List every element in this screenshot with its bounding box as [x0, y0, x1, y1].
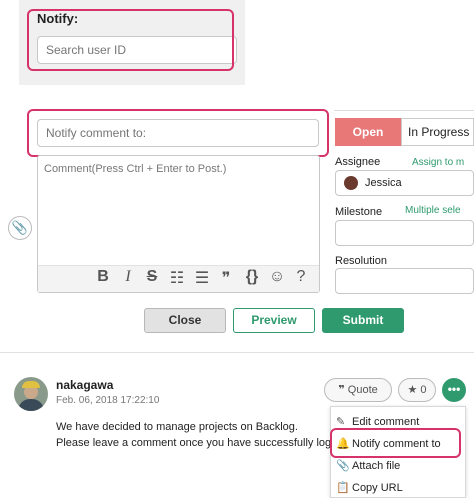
post-user-name[interactable]: nakagawa — [56, 378, 113, 392]
assignee-name: Jessica — [365, 177, 402, 189]
strikethrough-icon[interactable]: S — [142, 268, 162, 286]
multiple-select-link[interactable]: Multiple sele — [405, 205, 461, 216]
menu-item-label: Attach file — [352, 460, 401, 472]
menu-item-attach-file[interactable]: 📎 Attach file — [336, 459, 400, 472]
notify-comment-highlight-box — [27, 109, 329, 157]
status-in-progress-button[interactable]: In Progress — [401, 118, 474, 146]
numbered-list-icon[interactable]: ☰ — [192, 268, 212, 288]
menu-item-label: Edit comment — [352, 416, 420, 428]
post-date: Feb. 06, 2018 17:22:10 — [56, 395, 160, 406]
assign-to-me-link[interactable]: Assign to m — [412, 157, 464, 168]
post-message-line-2: Please leave a comment once you have suc… — [56, 437, 350, 449]
assignee-label: Assignee — [335, 156, 381, 168]
status-open-button[interactable]: Open — [335, 118, 401, 146]
quote-button[interactable]: ❞ Quote — [324, 378, 392, 402]
attach-paperclip-icon[interactable]: 📎 — [8, 216, 32, 240]
status-divider — [334, 110, 474, 111]
submit-button[interactable]: Submit — [322, 308, 404, 333]
comment-placeholder: Comment(Press Ctrl + Enter to Post.) — [44, 163, 227, 175]
avatar-cap — [22, 381, 40, 388]
bold-icon[interactable]: B — [93, 268, 113, 286]
avatar — [14, 377, 48, 411]
menu-item-edit-comment[interactable]: ✎ Edit comment — [336, 415, 419, 428]
section-divider — [0, 352, 474, 353]
clipboard-icon: 📋 — [336, 482, 350, 494]
preview-button[interactable]: Preview — [233, 308, 315, 333]
quote-icon[interactable]: ❞ — [216, 268, 236, 288]
milestone-label: Milestone — [335, 206, 383, 218]
emoji-icon[interactable]: ☺ — [267, 268, 287, 286]
italic-icon[interactable]: I — [118, 268, 138, 286]
menu-notify-highlight-box — [330, 428, 461, 458]
code-icon[interactable]: {} — [242, 268, 262, 286]
resolution-select[interactable] — [335, 268, 474, 294]
quote-label: Quote — [347, 384, 378, 396]
help-icon[interactable]: ? — [291, 268, 311, 286]
star-icon: ★ — [407, 384, 418, 396]
menu-item-label: Copy URL — [352, 482, 403, 494]
quote-icon: ❞ — [338, 384, 345, 396]
avatar-body — [18, 399, 44, 411]
post-message-line-1: We have decided to manage projects on Ba… — [56, 421, 298, 433]
star-button[interactable]: ★ 0 — [398, 378, 436, 402]
star-count: 0 — [420, 384, 427, 396]
close-button[interactable]: Close — [144, 308, 226, 333]
pencil-icon: ✎ — [336, 416, 346, 428]
resolution-label: Resolution — [335, 255, 387, 267]
paperclip-icon: 📎 — [336, 460, 350, 472]
more-options-icon[interactable]: ••• — [442, 378, 466, 402]
notify-highlight-box — [27, 9, 234, 71]
assignee-avatar — [344, 176, 358, 190]
bullet-list-icon[interactable]: ☷ — [167, 268, 187, 288]
menu-item-copy-url[interactable]: 📋 Copy URL — [336, 481, 403, 494]
milestone-select[interactable] — [335, 220, 474, 246]
